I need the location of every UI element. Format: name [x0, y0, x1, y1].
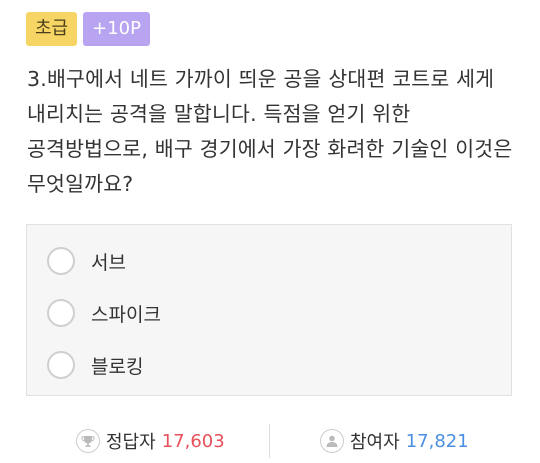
radio-button[interactable] — [47, 351, 75, 379]
answer-options: 서브 스파이크 블로킹 — [26, 224, 512, 396]
points-badge: +10P — [83, 12, 150, 46]
stats-divider — [269, 424, 270, 458]
correct-value: 17,603 — [161, 430, 225, 452]
answer-option-spike[interactable]: 스파이크 — [47, 299, 161, 327]
radio-button[interactable] — [47, 299, 75, 327]
correct-label: 정답자 — [106, 432, 156, 453]
participant-label: 참여자 — [350, 432, 400, 453]
answer-option-serve[interactable]: 서브 — [47, 247, 126, 275]
badge-group: 초급 +10P — [26, 12, 150, 46]
participant-count-stat: 참여자 17,821 — [320, 428, 469, 454]
option-label: 블로킹 — [91, 355, 144, 378]
question-text: 3.배구에서 네트 가까이 띄운 공을 상대편 코트로 세게 내리치는 공격을 … — [27, 67, 513, 196]
quiz-page: 초급 +10P 3.배구에서 네트 가까이 띄운 공을 상대편 코트로 세게 내… — [0, 0, 540, 463]
user-icon — [320, 429, 344, 453]
stats-bar: 정답자 17,603 참여자 17,821 — [0, 424, 540, 458]
answer-option-blocking[interactable]: 블로킹 — [47, 351, 143, 379]
participant-value: 17,821 — [405, 430, 469, 452]
option-label: 스파이크 — [91, 303, 161, 326]
level-badge: 초급 — [26, 12, 78, 46]
option-label: 서브 — [91, 251, 126, 274]
trophy-icon — [76, 429, 100, 453]
radio-button[interactable] — [47, 247, 75, 275]
correct-count-stat: 정답자 17,603 — [76, 428, 225, 454]
